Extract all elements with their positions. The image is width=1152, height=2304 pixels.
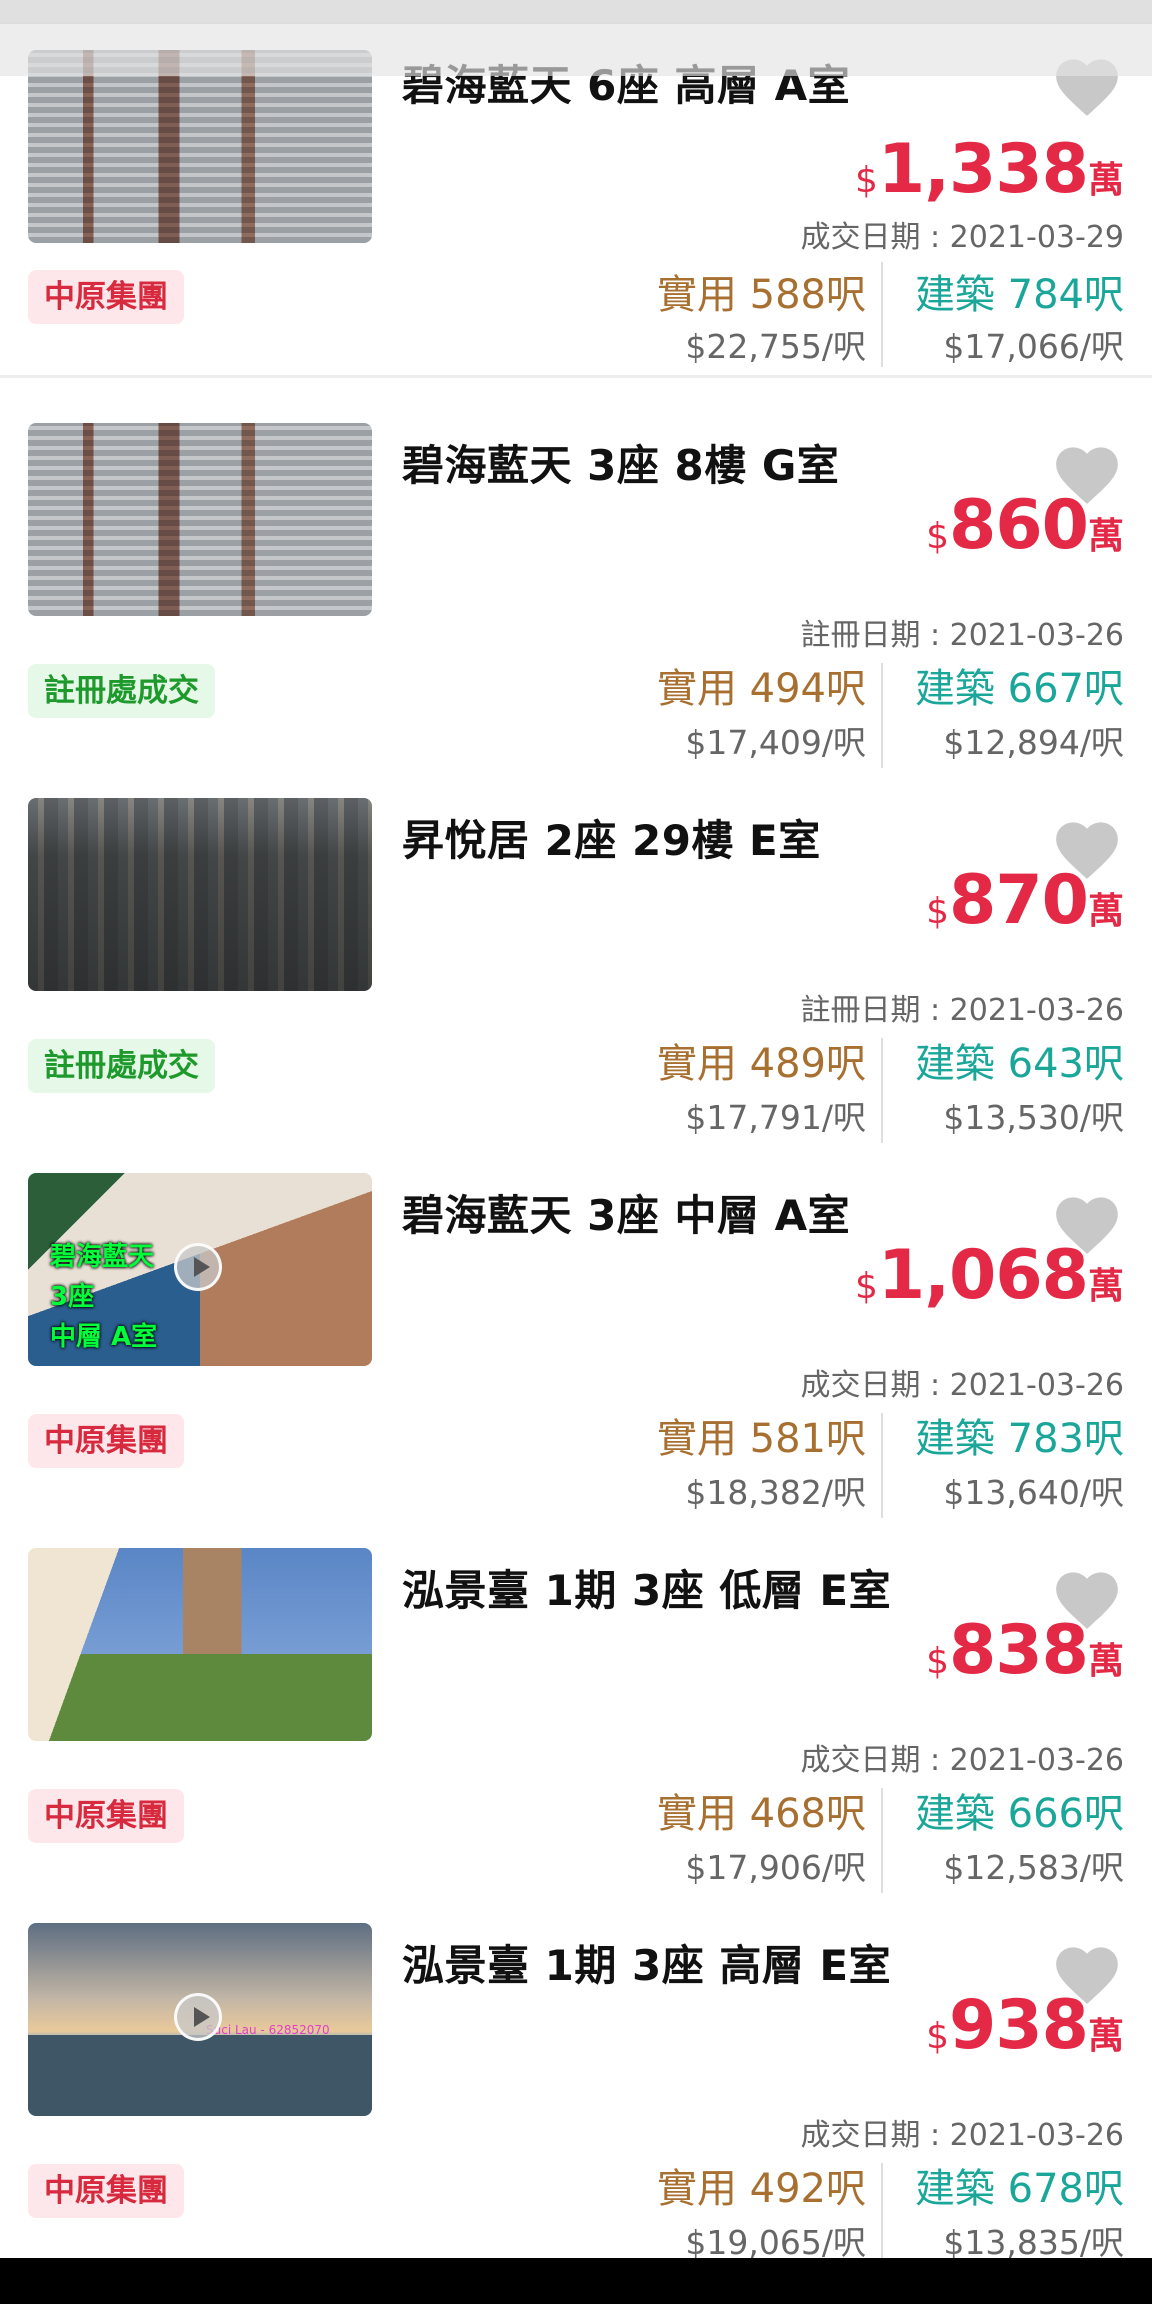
- saleable-area: 實用 468呎: [656, 1791, 866, 1837]
- price-value: 870: [949, 861, 1089, 940]
- agency-badge: 註冊處成交: [28, 1039, 215, 1093]
- gross-price-per-sqft: $17,066/呎: [943, 327, 1124, 366]
- saleable-area: 實用 489呎: [656, 1041, 866, 1087]
- saleable-price-per-sqft: $17,906/呎: [685, 1848, 866, 1887]
- listing-price: $ 838 萬: [926, 1611, 1124, 1690]
- listing-thumbnail[interactable]: [28, 798, 372, 991]
- listing-thumbnail[interactable]: 碧海藍天 3座 中層 A室: [28, 1173, 372, 1366]
- price-unit: 萬: [1087, 1266, 1124, 1307]
- agency-badge: 中原集團: [28, 2164, 184, 2218]
- listing-price: $ 860 萬: [926, 486, 1124, 565]
- deal-date: 成交日期 : 2021-03-29: [800, 220, 1124, 255]
- listing-card[interactable]: 昇悅居 2座 29樓 E室 $ 870 萬 註冊日期 : 2021-03-26 …: [0, 773, 1152, 1151]
- agency-badge: 中原集團: [28, 1789, 184, 1843]
- agency-badge: 註冊處成交: [28, 664, 215, 718]
- saleable-price-per-sqft: $17,791/呎: [685, 1098, 866, 1137]
- price-currency: $: [926, 891, 950, 932]
- registration-date: 註冊日期 : 2021-03-26: [800, 618, 1124, 653]
- area-divider: [881, 663, 883, 768]
- area-divider: [881, 2163, 883, 2268]
- play-icon[interactable]: [174, 1993, 222, 2041]
- listing-card[interactable]: 碧海藍天 3座 中層 A室 碧海藍天 3座 中層 A室 $ 1,068 萬 成交…: [0, 1148, 1152, 1526]
- saleable-price-per-sqft: $17,409/呎: [685, 723, 866, 762]
- listing-price: $ 1,068 萬: [855, 1236, 1124, 1315]
- gross-area: 建築 784呎: [914, 272, 1124, 318]
- registration-date: 註冊日期 : 2021-03-26: [800, 993, 1124, 1028]
- play-icon[interactable]: [174, 1243, 222, 1291]
- thumbnail-caption-line: 中層 A室: [50, 1322, 158, 1352]
- listing-thumbnail[interactable]: [28, 423, 372, 616]
- saleable-area: 實用 588呎: [656, 272, 866, 318]
- price-unit: 萬: [1087, 516, 1124, 557]
- gross-area: 建築 678呎: [914, 2166, 1124, 2212]
- gross-area: 建築 667呎: [914, 666, 1124, 712]
- gross-area: 建築 783呎: [914, 1416, 1124, 1462]
- deal-date: 成交日期 : 2021-03-26: [800, 1368, 1124, 1403]
- agency-badge: 中原集團: [28, 1414, 184, 1468]
- area-divider: [881, 1413, 883, 1518]
- price-value: 838: [949, 1611, 1089, 1690]
- listing-thumbnail[interactable]: [28, 1548, 372, 1741]
- price-value: 1,338: [877, 130, 1089, 209]
- gross-area: 建築 643呎: [914, 1041, 1124, 1087]
- price-unit: 萬: [1087, 1641, 1124, 1682]
- area-divider: [881, 1038, 883, 1143]
- price-value: 1,068: [877, 1236, 1089, 1315]
- listing-title: 昇悅居 2座 29樓 E室: [402, 816, 821, 865]
- agency-badge: 中原集團: [28, 270, 184, 324]
- deal-date: 成交日期 : 2021-03-26: [800, 1743, 1124, 1778]
- listing-title: 泓景臺 1期 3座 高層 E室: [402, 1941, 892, 1990]
- price-unit: 萬: [1087, 891, 1124, 932]
- listing-title: 碧海藍天 3座 中層 A室: [402, 1191, 851, 1240]
- navigation-bar: [0, 2258, 1152, 2304]
- listing-price: $ 1,338 萬: [855, 130, 1124, 209]
- deal-date: 成交日期 : 2021-03-26: [800, 2118, 1124, 2153]
- price-currency: $: [926, 2016, 950, 2057]
- listing-thumbnail[interactable]: Suci Lau - 62852070: [28, 1923, 372, 2116]
- area-divider: [881, 1788, 883, 1893]
- gross-price-per-sqft: $13,835/呎: [943, 2223, 1124, 2262]
- saleable-area: 實用 581呎: [656, 1416, 866, 1462]
- listing-title: 泓景臺 1期 3座 低層 E室: [402, 1566, 892, 1615]
- listing-card[interactable]: Suci Lau - 62852070 泓景臺 1期 3座 高層 E室 $ 93…: [0, 1898, 1152, 2268]
- gross-price-per-sqft: $12,583/呎: [943, 1848, 1124, 1887]
- price-unit: 萬: [1087, 2016, 1124, 2057]
- listing-price: $ 938 萬: [926, 1986, 1124, 2065]
- thumbnail-watermark: Suci Lau - 62852070: [206, 2023, 330, 2037]
- gross-area: 建築 666呎: [914, 1791, 1124, 1837]
- saleable-price-per-sqft: $22,755/呎: [685, 327, 866, 366]
- gross-price-per-sqft: $13,640/呎: [943, 1473, 1124, 1512]
- listing-price: $ 870 萬: [926, 861, 1124, 940]
- area-divider: [881, 262, 883, 367]
- price-value: 860: [949, 486, 1089, 565]
- gross-price-per-sqft: $12,894/呎: [943, 723, 1124, 762]
- price-currency: $: [926, 516, 950, 557]
- price-currency: $: [854, 160, 878, 201]
- price-currency: $: [926, 1641, 950, 1682]
- gross-price-per-sqft: $13,530/呎: [943, 1098, 1124, 1137]
- status-bar: [0, 0, 1152, 24]
- price-unit: 萬: [1087, 160, 1124, 201]
- listing-title: 碧海藍天 3座 8樓 G室: [402, 441, 840, 490]
- scroll-overlay-band: [0, 22, 1152, 76]
- price-value: 938: [949, 1986, 1089, 2065]
- saleable-price-per-sqft: $18,382/呎: [685, 1473, 866, 1512]
- listing-card[interactable]: 泓景臺 1期 3座 低層 E室 $ 838 萬 成交日期 : 2021-03-2…: [0, 1523, 1152, 1901]
- price-currency: $: [854, 1266, 878, 1307]
- saleable-area: 實用 492呎: [656, 2166, 866, 2212]
- saleable-price-per-sqft: $19,065/呎: [685, 2223, 866, 2262]
- listing-thumbnail[interactable]: [28, 50, 372, 243]
- listing-card[interactable]: 碧海藍天 3座 8樓 G室 $ 860 萬 註冊日期 : 2021-03-26 …: [0, 398, 1152, 776]
- saleable-area: 實用 494呎: [656, 666, 866, 712]
